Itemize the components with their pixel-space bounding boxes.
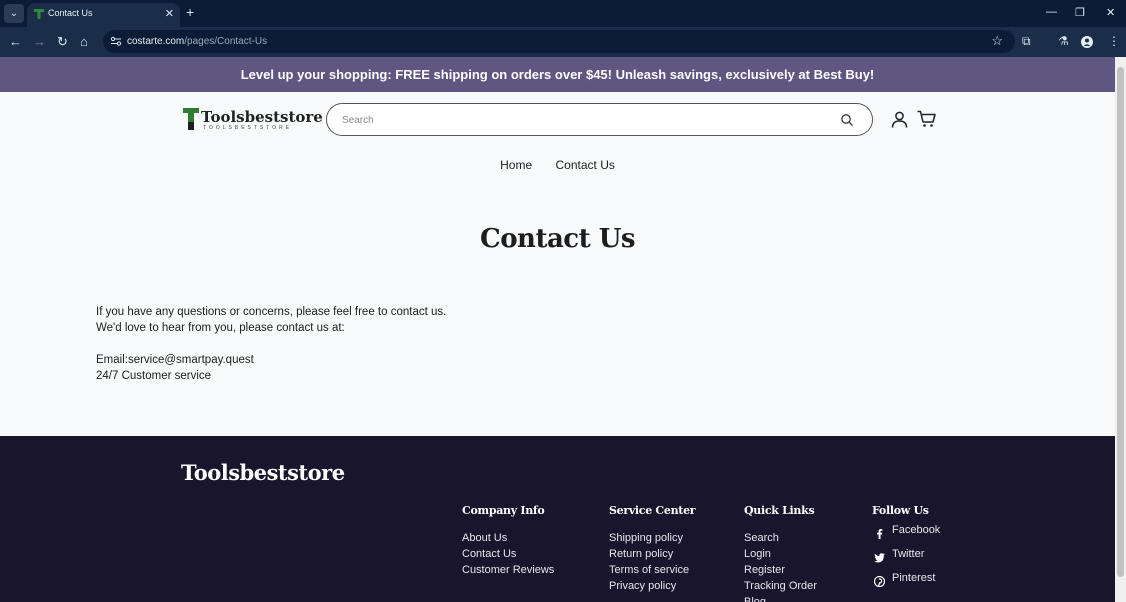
- site-footer: Toolsbeststore Company Info About Us Con…: [0, 436, 1115, 602]
- pinterest-icon: [874, 576, 885, 587]
- restore-icon[interactable]: ❐: [1075, 6, 1085, 19]
- footer-link-terms[interactable]: Terms of service: [609, 562, 695, 578]
- footer-link-register[interactable]: Register: [744, 562, 817, 578]
- site-info-icon[interactable]: [110, 35, 122, 47]
- footer-logo[interactable]: Toolsbeststore: [181, 460, 345, 485]
- footer-link-shipping-policy[interactable]: Shipping policy: [609, 530, 695, 546]
- close-tab-icon[interactable]: ✕: [165, 7, 174, 20]
- cart-icon[interactable]: [917, 110, 936, 128]
- social-twitter[interactable]: Twitter: [872, 546, 940, 570]
- footer-heading: Company Info: [462, 504, 545, 517]
- page-title: Contact Us: [480, 224, 636, 254]
- footer-link-login[interactable]: Login: [744, 546, 817, 562]
- reload-icon[interactable]: ↻: [57, 34, 68, 50]
- social-facebook[interactable]: Facebook: [872, 522, 940, 546]
- footer-link-search[interactable]: Search: [744, 530, 817, 546]
- footer-link-contact-us[interactable]: Contact Us: [462, 546, 554, 562]
- contact-text-line: If you have any questions or concerns, p…: [96, 306, 447, 318]
- scrollbar-thumb[interactable]: [1117, 67, 1124, 577]
- search-input[interactable]: [342, 111, 822, 129]
- contact-email: Email:service@smartpay.quest: [96, 354, 254, 366]
- search-box: [326, 103, 873, 136]
- address-bar[interactable]: costarte.com/pages/Contact-Us ☆: [103, 30, 1015, 53]
- url-text: costarte.com/pages/Contact-Us: [127, 36, 268, 47]
- footer-link-customer-reviews[interactable]: Customer Reviews: [462, 562, 554, 578]
- footer-heading: Follow Us: [872, 504, 929, 517]
- facebook-icon: [877, 529, 883, 539]
- footer-link-about-us[interactable]: About Us: [462, 530, 554, 546]
- home-icon[interactable]: ⌂: [80, 34, 88, 50]
- close-window-icon[interactable]: ✕: [1106, 6, 1115, 19]
- customer-service-note: 24/7 Customer service: [96, 370, 212, 382]
- footer-heading: Service Center: [609, 504, 696, 517]
- tab-title: Contact Us: [48, 8, 93, 18]
- browser-tab-bar: ⌄ Contact Us ✕ + — ❐ ✕: [0, 0, 1126, 27]
- menu-kebab-icon[interactable]: ⋮: [1108, 34, 1120, 48]
- logo-text: Toolsbeststore: [201, 108, 323, 126]
- forward-arrow-icon[interactable]: →: [33, 34, 46, 50]
- browser-tab[interactable]: Contact Us ✕: [27, 3, 180, 27]
- footer-heading: Quick Links: [744, 504, 815, 517]
- tab-list-chevron-icon[interactable]: ⌄: [4, 4, 24, 23]
- social-pinterest[interactable]: Pinterest: [872, 570, 940, 594]
- profile-icon[interactable]: [1081, 36, 1093, 48]
- contact-content: If you have any questions or concerns, p…: [96, 304, 446, 384]
- site-header: Toolsbeststore TOOLSBESTSTORE Home Conta…: [0, 92, 1115, 436]
- extensions-icon[interactable]: ⧉: [1022, 34, 1031, 49]
- site-favicon-icon: [34, 9, 44, 19]
- minimize-icon[interactable]: —: [1046, 6, 1057, 18]
- footer-column-quick-links: Quick Links Search Login Register Tracki…: [744, 504, 817, 602]
- logo-mark-icon: [183, 108, 199, 130]
- social-label: Pinterest: [892, 572, 936, 584]
- bookmark-star-icon[interactable]: ☆: [991, 33, 1003, 49]
- footer-column-service: Service Center Shipping policy Return po…: [609, 504, 696, 594]
- footer-column-company: Company Info About Us Contact Us Custome…: [462, 504, 554, 578]
- page-scrollbar[interactable]: [1115, 57, 1126, 602]
- footer-link-tracking-order[interactable]: Tracking Order: [744, 578, 817, 594]
- labs-flask-icon[interactable]: ⚗: [1058, 34, 1069, 48]
- logo-subtext: TOOLSBESTSTORE: [203, 125, 293, 131]
- nav-contact-us[interactable]: Contact Us: [556, 158, 615, 172]
- new-tab-plus-icon[interactable]: +: [186, 4, 194, 20]
- back-arrow-icon[interactable]: ←: [9, 34, 22, 50]
- footer-link-privacy-policy[interactable]: Privacy policy: [609, 578, 695, 594]
- contact-text-line: We'd love to hear from you, please conta…: [96, 322, 345, 334]
- footer-link-blog[interactable]: Blog: [744, 594, 817, 602]
- twitter-icon: [874, 553, 885, 563]
- social-label: Twitter: [892, 548, 925, 560]
- main-nav: Home Contact Us: [0, 158, 1115, 172]
- announcement-bar: Level up your shopping: FREE shipping on…: [0, 57, 1115, 92]
- social-label: Facebook: [892, 524, 941, 536]
- nav-home[interactable]: Home: [500, 158, 532, 172]
- browser-toolbar: ← → ↻ ⌂ costarte.com/pages/Contact-Us ☆ …: [0, 27, 1126, 57]
- search-icon[interactable]: [840, 113, 854, 127]
- footer-link-return-policy[interactable]: Return policy: [609, 546, 695, 562]
- footer-column-follow: Follow Us Facebook Twitter Pinterest: [872, 504, 940, 594]
- account-icon[interactable]: [891, 111, 908, 128]
